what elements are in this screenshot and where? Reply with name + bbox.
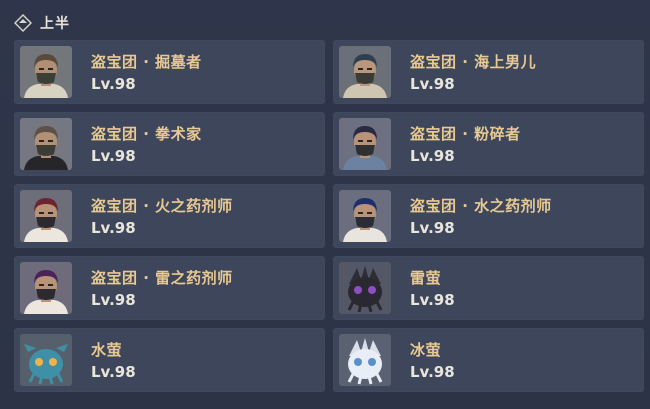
enemy-card[interactable]: 盗宝团 · 海上男儿 Lv.98 xyxy=(333,40,644,104)
enemy-level: Lv.98 xyxy=(91,219,136,237)
enemy-card[interactable]: 盗宝团 · 水之药剂师 Lv.98 xyxy=(333,184,644,248)
electro-cicin-icon xyxy=(339,262,391,314)
enemy-level: Lv.98 xyxy=(410,291,455,309)
diamond-icon xyxy=(14,14,32,32)
section-header: 上半 xyxy=(14,12,70,34)
enemy-level: Lv.98 xyxy=(410,363,455,381)
enemy-name: 盗宝团 · 雷之药剂师 xyxy=(91,269,233,287)
enemy-card[interactable]: 盗宝团 · 拳术家 Lv.98 xyxy=(14,112,325,176)
enemy-name: 盗宝团 · 水之药剂师 xyxy=(410,197,552,215)
treasure-hoarder-gravedigger-icon xyxy=(20,46,72,98)
enemy-card[interactable]: 盗宝团 · 火之药剂师 Lv.98 xyxy=(14,184,325,248)
hydro-cicin-icon xyxy=(20,334,72,386)
section-title: 上半 xyxy=(40,16,70,32)
enemy-card[interactable]: 水萤 Lv.98 xyxy=(14,328,325,392)
enemy-card[interactable]: 冰萤 Lv.98 xyxy=(333,328,644,392)
enemy-list-panel: 上半 盗宝团 · 掘墓者 Lv.98 盗宝团 · 海上男儿 Lv.98 盗宝团 · … xyxy=(0,0,650,409)
enemy-name: 盗宝团 · 火之药剂师 xyxy=(91,197,233,215)
enemy-name: 盗宝团 · 掘墓者 xyxy=(91,53,202,71)
enemy-name: 盗宝团 · 拳术家 xyxy=(91,125,202,143)
enemy-level: Lv.98 xyxy=(410,75,455,93)
treasure-hoarder-crusher-icon xyxy=(339,118,391,170)
enemy-name: 水萤 xyxy=(91,341,123,359)
pyro-potioneer-icon xyxy=(20,190,72,242)
treasure-hoarder-handyman-icon xyxy=(20,118,72,170)
cryo-cicin-icon xyxy=(339,334,391,386)
enemy-card[interactable]: 盗宝团 · 粉碎者 Lv.98 xyxy=(333,112,644,176)
enemy-name: 盗宝团 · 粉碎者 xyxy=(410,125,521,143)
hydro-potioneer-icon xyxy=(339,190,391,242)
electro-potioneer-icon xyxy=(20,262,72,314)
enemy-level: Lv.98 xyxy=(91,291,136,309)
enemy-card[interactable]: 盗宝团 · 掘墓者 Lv.98 xyxy=(14,40,325,104)
enemy-level: Lv.98 xyxy=(91,75,136,93)
enemy-level: Lv.98 xyxy=(410,219,455,237)
enemy-grid: 盗宝团 · 掘墓者 Lv.98 盗宝团 · 海上男儿 Lv.98 盗宝团 · 拳术家… xyxy=(14,40,644,392)
enemy-card[interactable]: 雷萤 Lv.98 xyxy=(333,256,644,320)
enemy-level: Lv.98 xyxy=(91,147,136,165)
enemy-name: 盗宝团 · 海上男儿 xyxy=(410,53,537,71)
enemy-level: Lv.98 xyxy=(410,147,455,165)
enemy-name: 雷萤 xyxy=(410,269,442,287)
enemy-name: 冰萤 xyxy=(410,341,442,359)
enemy-card[interactable]: 盗宝团 · 雷之药剂师 Lv.98 xyxy=(14,256,325,320)
treasure-hoarder-seaman-icon xyxy=(339,46,391,98)
enemy-level: Lv.98 xyxy=(91,363,136,381)
